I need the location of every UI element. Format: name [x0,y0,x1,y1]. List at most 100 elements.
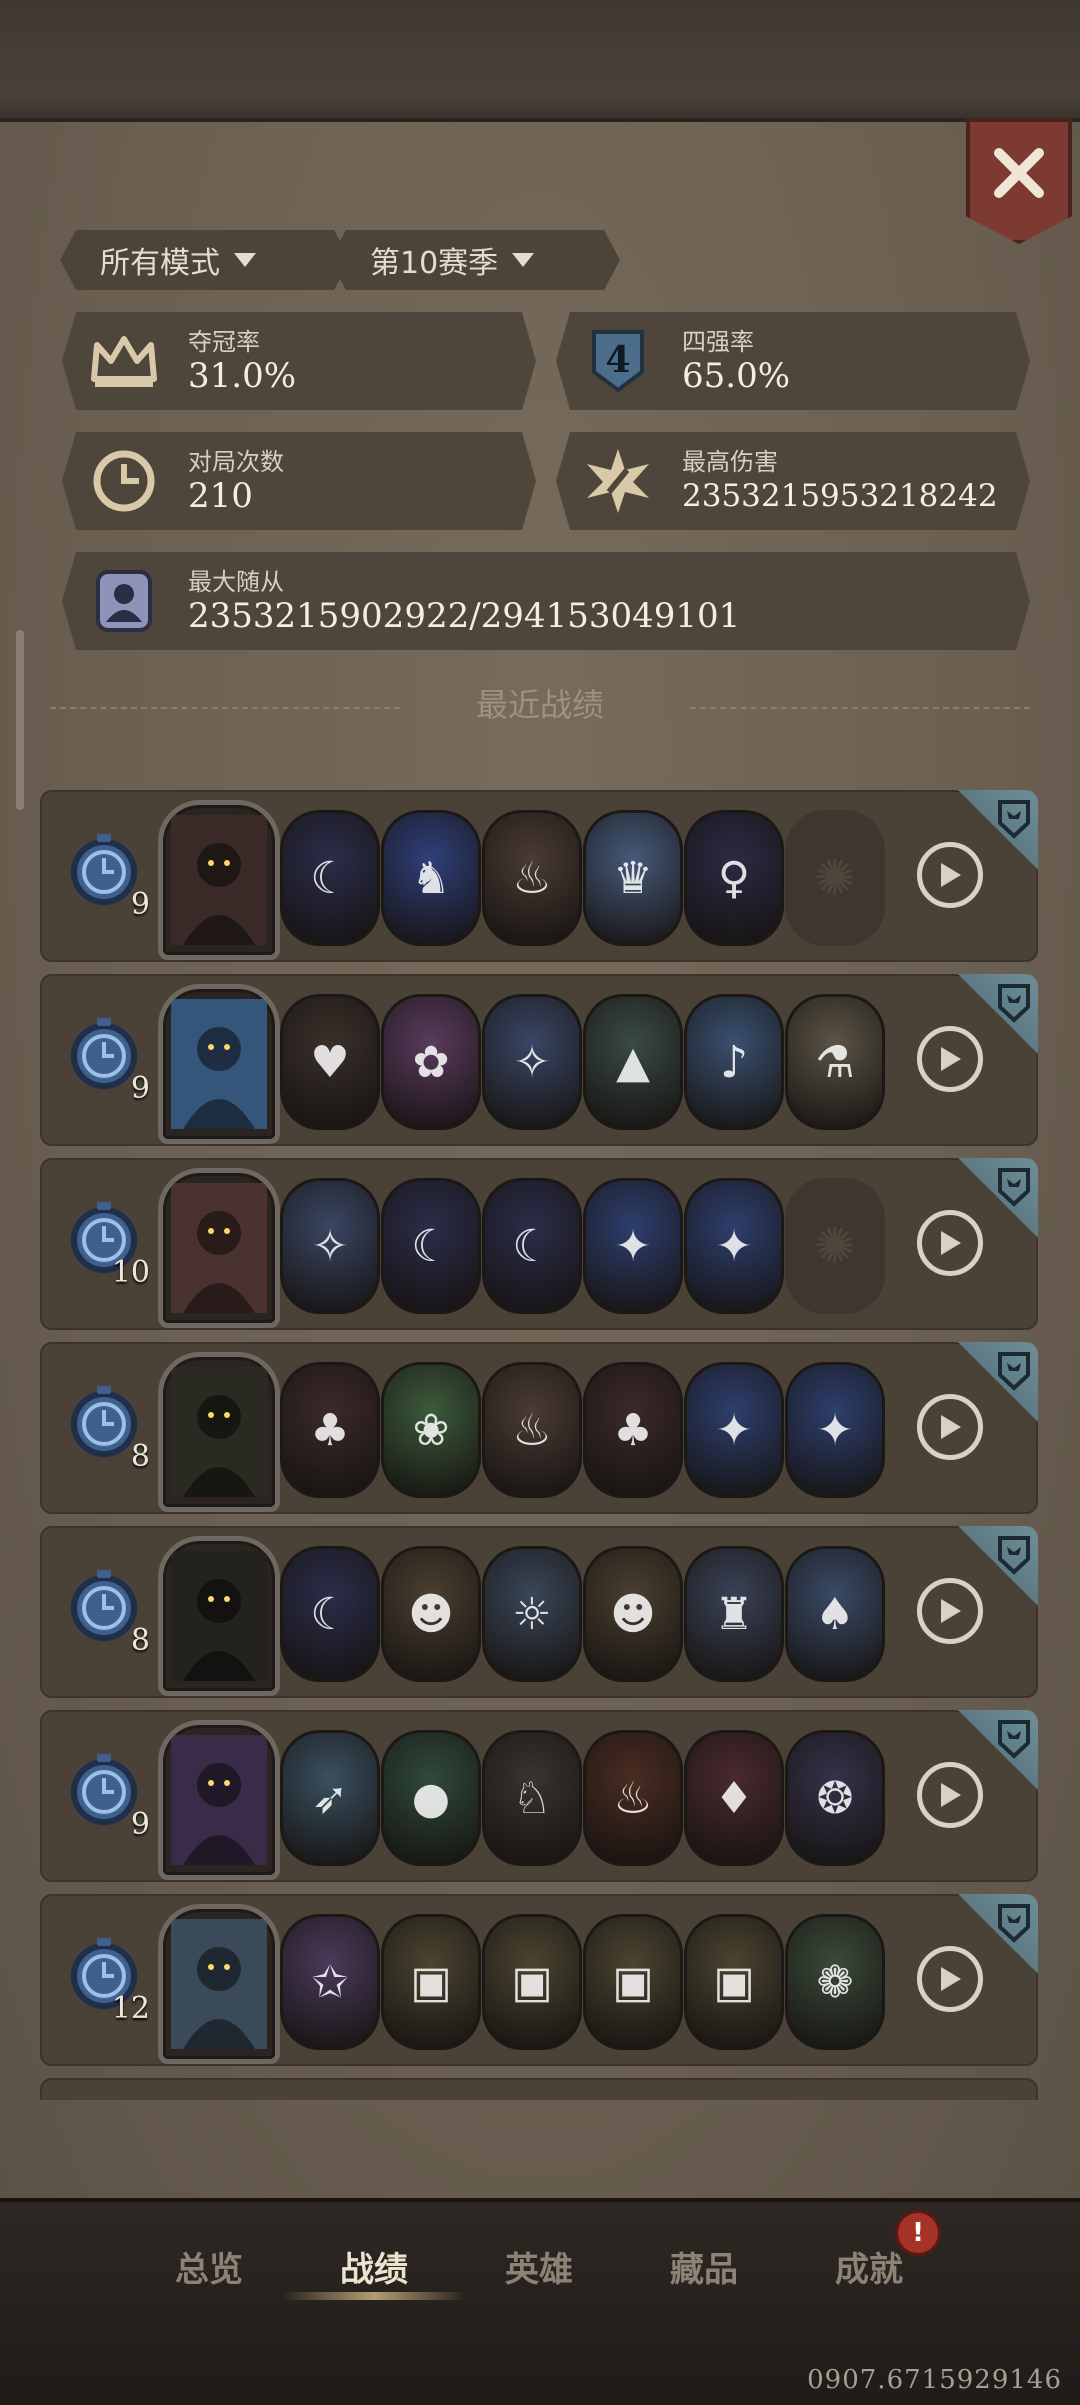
replay-button[interactable] [917,1578,983,1644]
replay-button[interactable] [917,1762,983,1828]
blue-dragon-icon: ♞ [411,852,451,904]
match-row[interactable]: 9 ♥ ✿ ✧ ▲ ♪ ⚗ [40,974,1038,1146]
elf-archer-icon: ♣ [613,1404,653,1456]
tab-achievements[interactable]: 成就 [835,2242,903,2291]
minion-elf-archer[interactable]: ♣ [583,1362,683,1498]
hero-portrait[interactable] [158,1720,280,1880]
minion-blue-sorceress[interactable]: ✦ [583,1178,683,1314]
minion-king[interactable]: ♛ [583,810,683,946]
minion-empty-slot[interactable]: ✺ [785,810,885,946]
match-row[interactable]: 8 ☾ ☻ ☼ ☻ ♜ ♠ [40,1526,1038,1698]
minion-empty-slot[interactable]: ✺ [785,1178,885,1314]
minion-dark-lady[interactable]: ♀ [684,810,784,946]
mode-filter-dropdown[interactable]: 所有模式 [60,230,350,290]
rose-lady-icon: ❁ [816,1956,854,2008]
replay-button[interactable] [917,1026,983,1092]
match-row[interactable] [40,2078,1038,2100]
green-slime-icon: ● [411,1772,451,1824]
play-icon [941,1783,961,1807]
replay-button[interactable] [917,1394,983,1460]
minion-blue-dragon[interactable]: ♞ [381,810,481,946]
minion-fire-unicorn[interactable]: ♨ [583,1730,683,1866]
minion-elf-archer[interactable]: ♣ [280,1362,380,1498]
wizard-icon: ✧ [513,1036,551,1088]
minion-pink-fairy[interactable]: ✿ [381,994,481,1130]
minion-goose[interactable]: ♪ [684,994,784,1130]
minion-green-maid[interactable]: ❀ [381,1362,481,1498]
minion-kraken[interactable]: ❂ [785,1730,885,1866]
match-row[interactable]: 10 ✧ ☾ ☾ ✦ ✦ ✺ [40,1158,1038,1330]
green-maid-icon: ❀ [412,1404,450,1456]
minion-book-mimic[interactable]: ▣ [381,1914,481,2050]
minion-moon-witch[interactable]: ☾ [280,1546,380,1682]
round-number: 8 [130,1439,150,1474]
tab-collection[interactable]: 藏品 [670,2242,738,2291]
kraken-icon: ❂ [816,1772,854,1824]
fire-unicorn-icon: ♨ [613,1772,653,1824]
tab-overview[interactable]: 总览 [175,2242,243,2291]
bear-toy-icon: ♥ [310,1036,350,1088]
match-row[interactable]: 8 ♣ ❀ ♨ ♣ ✦ ✦ [40,1342,1038,1514]
minion-moon-witch[interactable]: ☾ [381,1178,481,1314]
replay-button[interactable] [917,842,983,908]
shark-totem-icon: ▲ [616,1036,650,1088]
minion-blue-sorceress[interactable]: ✦ [684,1362,784,1498]
match-list[interactable]: 9 ☾ ♞ ♨ ♛ ♀ ✺ 9 ♥ ✿ ✧ ▲ ♪ ⚗ 10 ✧ ☾ ☾ ✦ ✦… [40,790,1040,2100]
badge-icon [994,1716,1034,1762]
minion-elf-queen[interactable]: ♠ [785,1546,885,1682]
stat-label: 最高伤害 [682,448,778,476]
hero-portrait[interactable] [158,1352,280,1512]
blue-sorceress-icon: ✦ [614,1220,652,1272]
pink-fairy-icon: ✿ [412,1036,450,1088]
minion-bunny-knight[interactable]: ♘ [482,1730,582,1866]
minion-blue-sorceress[interactable]: ✦ [785,1362,885,1498]
tab-records[interactable]: 战绩 [340,2242,408,2291]
hero-portrait[interactable] [158,800,280,960]
minion-gold-mage[interactable]: ♜ [684,1546,784,1682]
match-row[interactable]: 12 ✩ ▣ ▣ ▣ ▣ ❁ [40,1894,1038,2066]
stat-label: 最大随从 [188,568,284,596]
minion-moon-witch[interactable]: ☾ [280,810,380,946]
minion-scarecrow[interactable]: ☻ [381,1546,481,1682]
minion-chef[interactable]: ♨ [482,810,582,946]
minion-wizard[interactable]: ✧ [482,994,582,1130]
badge-icon [994,1900,1034,1946]
hero-portrait[interactable] [158,1904,280,2064]
minion-book-mimic[interactable]: ▣ [482,1914,582,2050]
minion-bear-toy[interactable]: ♥ [280,994,380,1130]
close-icon [994,148,1044,198]
minion-green-slime[interactable]: ● [381,1730,481,1866]
replay-button[interactable] [917,1210,983,1276]
minion-wizard[interactable]: ✧ [280,1178,380,1314]
minion-scarecrow[interactable]: ☻ [583,1546,683,1682]
portrait-icon [76,552,172,650]
round-indicator: 12 [66,1934,152,2030]
minion-witch-girl[interactable]: ✩ [280,1914,380,2050]
minion-blue-sorceress[interactable]: ✦ [684,1178,784,1314]
hero-portrait[interactable] [158,984,280,1144]
minion-moon-witch[interactable]: ☾ [482,1178,582,1314]
minion-rose-lady[interactable]: ❁ [785,1914,885,2050]
minion-mad-scientist[interactable]: ⚗ [785,994,885,1130]
chevron-down-icon [512,253,534,267]
tab-heroes[interactable]: 英雄 [505,2242,573,2291]
minion-lamp-robot[interactable]: ☼ [482,1546,582,1682]
wizard-icon: ✧ [311,1220,349,1272]
badge-icon [994,1164,1034,1210]
lamp-robot-icon: ☼ [512,1588,552,1640]
match-row[interactable]: 9 ☾ ♞ ♨ ♛ ♀ ✺ [40,790,1038,962]
watermark: 0907.6715929146 [807,2365,1062,2395]
stat-label: 夺冠率 [188,328,260,356]
minion-shark-totem[interactable]: ▲ [583,994,683,1130]
minion-jester[interactable]: ♦ [684,1730,784,1866]
hero-portrait[interactable] [158,1168,280,1328]
match-row[interactable]: 9 ➶ ● ♘ ♨ ♦ ❂ [40,1710,1038,1882]
season-filter-dropdown[interactable]: 第10赛季 [330,230,620,290]
minion-book-mimic[interactable]: ▣ [583,1914,683,2050]
book-mimic-icon: ▣ [612,1956,654,2008]
minion-pelican[interactable]: ➶ [280,1730,380,1866]
hero-portrait[interactable] [158,1536,280,1696]
replay-button[interactable] [917,1946,983,2012]
minion-chef[interactable]: ♨ [482,1362,582,1498]
minion-book-mimic[interactable]: ▣ [684,1914,784,2050]
